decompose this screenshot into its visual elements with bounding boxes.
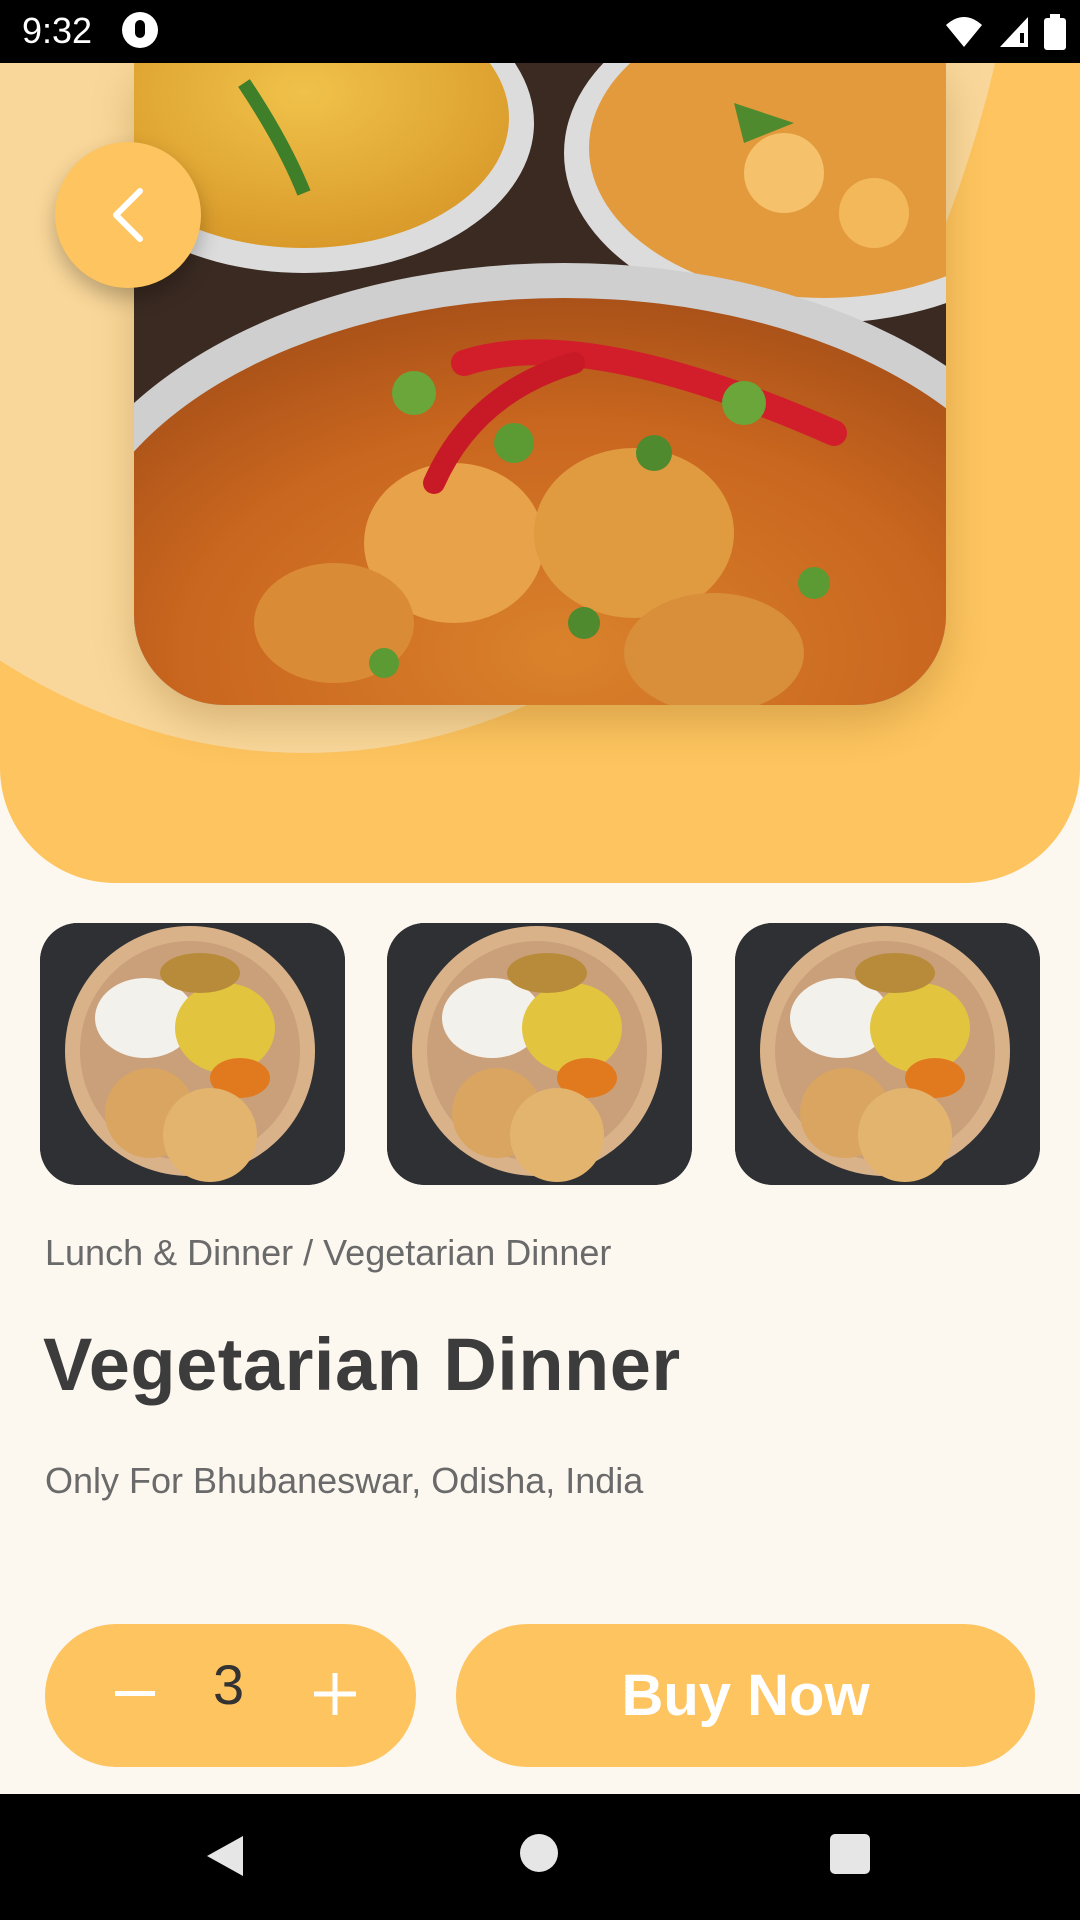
minus-icon — [115, 1691, 155, 1696]
signal-icon — [1000, 17, 1028, 47]
nav-home-icon[interactable] — [520, 1834, 558, 1872]
thumbnail-1[interactable] — [40, 923, 345, 1185]
nav-back-icon[interactable] — [205, 1834, 245, 1878]
battery-icon — [1044, 14, 1066, 50]
increase-quantity-button[interactable] — [305, 1664, 365, 1724]
location-text: Only For Bhubaneswar, Odisha, India — [45, 1460, 644, 1501]
quantity-stepper: 3 — [45, 1624, 416, 1767]
wifi-icon — [946, 17, 982, 47]
notification-icon — [122, 12, 158, 48]
plus-icon — [314, 1673, 356, 1715]
thumbnail-3[interactable] — [735, 923, 1040, 1185]
decrease-quantity-button[interactable] — [105, 1664, 165, 1724]
hero-food-image — [134, 63, 946, 705]
thumbnail-gallery — [40, 923, 1040, 1185]
navigation-bar — [0, 1794, 1080, 1920]
back-button[interactable] — [55, 142, 201, 288]
buy-now-button[interactable]: Buy Now — [456, 1624, 1035, 1767]
back-arrow-icon — [113, 188, 143, 242]
thumbnail-2[interactable] — [387, 923, 692, 1185]
status-icons — [944, 14, 1066, 50]
status-bar: 9:32 — [0, 0, 1080, 63]
nav-recents-icon[interactable] — [830, 1834, 870, 1874]
page-title: Vegetarian Dinner — [43, 1323, 681, 1406]
status-time: 9:32 — [22, 10, 93, 51]
breadcrumb: Lunch & Dinner / Vegetarian Dinner — [45, 1232, 612, 1273]
